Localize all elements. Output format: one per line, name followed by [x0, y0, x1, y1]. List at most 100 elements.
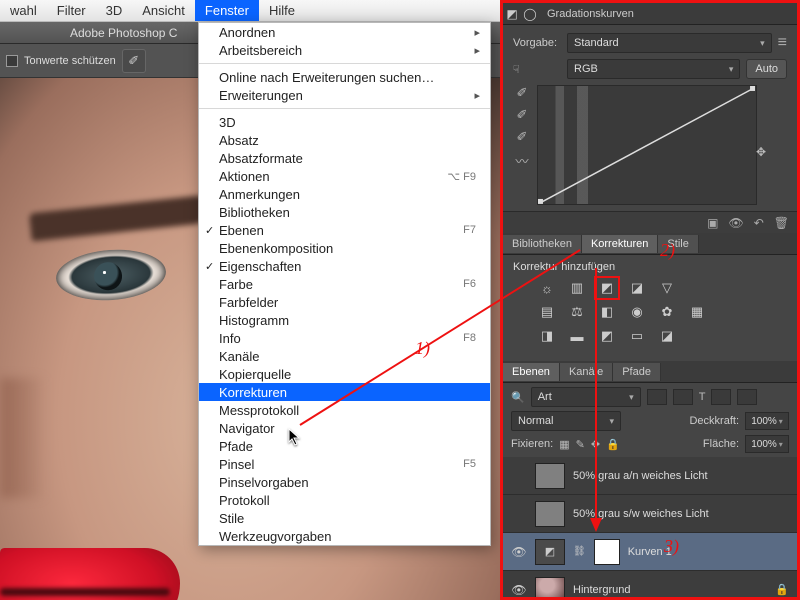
menuitem-bibliotheken[interactable]: Bibliotheken: [199, 203, 490, 221]
lock-position-icon[interactable]: ✥: [591, 438, 600, 451]
layer-name[interactable]: 50% grau s/w weiches Licht: [573, 508, 709, 520]
layer-visibility-icon[interactable]: 👁: [511, 583, 527, 597]
menuitem-histogramm[interactable]: Histogramm: [199, 311, 490, 329]
lock-all-icon[interactable]: 🔒: [606, 438, 620, 451]
menuitem-erweiterungen[interactable]: Erweiterungen: [199, 86, 490, 104]
tab-pfade[interactable]: Pfade: [613, 363, 661, 381]
eyedropper-black-icon[interactable]: ✐: [517, 85, 528, 101]
tab-korrekturen[interactable]: Korrekturen: [582, 235, 658, 253]
menuitem-messprotokoll[interactable]: Messprotokoll: [199, 401, 490, 419]
brush-settings-icon[interactable]: ✐: [122, 49, 146, 73]
menuitem-kan-le[interactable]: Kanäle: [199, 347, 490, 365]
clip-to-layer-icon[interactable]: ▣: [707, 216, 718, 230]
menu-wahl[interactable]: wahl: [0, 0, 47, 21]
layer-thumb[interactable]: [535, 463, 565, 489]
color-balance-icon[interactable]: ⚖: [567, 303, 587, 321]
menuitem-korrekturen[interactable]: Korrekturen: [199, 383, 490, 401]
tab-bibliotheken[interactable]: Bibliotheken: [503, 235, 582, 253]
menuitem-arbeitsbereich[interactable]: Arbeitsbereich: [199, 41, 490, 59]
invert-icon[interactable]: ◨: [537, 327, 557, 345]
exposure-icon[interactable]: ◪: [627, 279, 647, 297]
layer-link-icon[interactable]: ⛓: [573, 546, 586, 557]
filter-adjust-icon[interactable]: [673, 389, 693, 405]
hue-icon[interactable]: ▤: [537, 303, 557, 321]
threshold-icon[interactable]: ◩: [597, 327, 617, 345]
menuitem-3d[interactable]: 3D: [199, 113, 490, 131]
menuitem-info[interactable]: InfoF8: [199, 329, 490, 347]
eyedropper-gray-icon[interactable]: ✐: [517, 107, 528, 123]
fenster-dropdown[interactable]: AnordnenArbeitsbereich Online nach Erweit…: [198, 22, 491, 546]
menuitem-anordnen[interactable]: Anordnen: [199, 23, 490, 41]
brightness-icon[interactable]: ☼: [537, 279, 557, 297]
curve-edit-icon[interactable]: 〰: [515, 151, 528, 170]
layer-visibility-icon[interactable]: 👁: [511, 545, 527, 559]
filter-pixel-icon[interactable]: [647, 389, 667, 405]
menu-hilfe[interactable]: Hilfe: [259, 0, 305, 21]
posterize-icon[interactable]: ▬: [567, 327, 587, 345]
blend-mode-select[interactable]: Normal: [511, 411, 621, 431]
eyedropper-white-icon[interactable]: ✐: [517, 129, 528, 145]
lock-transparency-icon[interactable]: ▦: [559, 438, 569, 451]
lock-pixels-icon[interactable]: ✎: [576, 438, 585, 451]
menu-filter[interactable]: Filter: [47, 0, 96, 21]
layer-filter-icon[interactable]: 🔍: [511, 391, 525, 404]
menu-fenster[interactable]: Fenster: [195, 0, 259, 21]
protect-tones-checkbox[interactable]: [6, 55, 18, 67]
layer-row[interactable]: 👁◩⛓Kurven 1: [503, 533, 797, 571]
menuitem-anmerkungen[interactable]: Anmerkungen: [199, 185, 490, 203]
menuitem-pinsel[interactable]: PinselF5: [199, 455, 490, 473]
panel-menu-icon[interactable]: ≡: [778, 34, 787, 52]
layer-name[interactable]: 50% grau a/n weiches Licht: [573, 470, 708, 482]
opacity-input[interactable]: 100%: [745, 412, 789, 430]
menuitem-pfade[interactable]: Pfade: [199, 437, 490, 455]
auto-button[interactable]: Auto: [746, 59, 787, 79]
menuitem-online-nach-erweiterungen-suchen-[interactable]: Online nach Erweiterungen suchen…: [199, 68, 490, 86]
finger-tool-icon[interactable]: ☟: [513, 63, 561, 76]
layer-row[interactable]: 50% grau a/n weiches Licht: [503, 457, 797, 495]
curve-graph[interactable]: ✥: [537, 85, 757, 205]
layer-filter-select[interactable]: Art: [531, 387, 641, 407]
menuitem-navigator[interactable]: Navigator: [199, 419, 490, 437]
preset-select[interactable]: Standard: [567, 33, 772, 53]
selective-color-icon[interactable]: ◪: [657, 327, 677, 345]
menuitem-stile[interactable]: Stile: [199, 509, 490, 527]
tab-kanaele[interactable]: Kanäle: [560, 363, 613, 381]
menuitem-protokoll[interactable]: Protokoll: [199, 491, 490, 509]
menuitem-absatzformate[interactable]: Absatzformate: [199, 149, 490, 167]
layer-thumb[interactable]: [535, 577, 565, 598]
curves-icon[interactable]: ◩: [597, 279, 617, 297]
tab-stile[interactable]: Stile: [658, 235, 698, 253]
levels-icon[interactable]: ▥: [567, 279, 587, 297]
menuitem-kopierquelle[interactable]: Kopierquelle: [199, 365, 490, 383]
filter-smart-icon[interactable]: [737, 389, 757, 405]
layer-mask-thumb[interactable]: [594, 539, 620, 565]
delete-adjustment-icon[interactable]: 🗑: [774, 216, 789, 230]
layer-thumb[interactable]: [535, 501, 565, 527]
menuitem-ebenen[interactable]: EbenenF7: [199, 221, 490, 239]
fill-input[interactable]: 100%: [745, 435, 789, 453]
channel-select[interactable]: RGB: [567, 59, 740, 79]
menuitem-ebenenkomposition[interactable]: Ebenenkomposition: [199, 239, 490, 257]
layer-row[interactable]: 50% grau s/w weiches Licht: [503, 495, 797, 533]
move-grip-icon[interactable]: ✥: [756, 145, 766, 159]
channel-mixer-icon[interactable]: ✿: [657, 303, 677, 321]
lut-icon[interactable]: ▦: [687, 303, 707, 321]
layer-row[interactable]: 👁Hintergrund🔒: [503, 571, 797, 597]
layer-list[interactable]: 50% grau a/n weiches Licht 50% grau s/w w…: [503, 457, 797, 597]
menuitem-werkzeugvorgaben[interactable]: Werkzeugvorgaben: [199, 527, 490, 545]
menu-3d[interactable]: 3D: [96, 0, 133, 21]
menuitem-absatz[interactable]: Absatz: [199, 131, 490, 149]
menuitem-eigenschaften[interactable]: Eigenschaften: [199, 257, 490, 275]
bw-icon[interactable]: ◧: [597, 303, 617, 321]
menuitem-pinselvorgaben[interactable]: Pinselvorgaben: [199, 473, 490, 491]
reset-icon[interactable]: ↶: [754, 216, 764, 230]
menuitem-farbfelder[interactable]: Farbfelder: [199, 293, 490, 311]
photo-filter-icon[interactable]: ◉: [627, 303, 647, 321]
layer-name[interactable]: Kurven 1: [628, 546, 672, 558]
toggle-visibility-icon[interactable]: 👁: [728, 216, 743, 230]
menuitem-farbe[interactable]: FarbeF6: [199, 275, 490, 293]
gradient-map-icon[interactable]: ▭: [627, 327, 647, 345]
menuitem-aktionen[interactable]: Aktionen⌥ F9: [199, 167, 490, 185]
filter-type-icon[interactable]: T: [699, 391, 706, 403]
vibrance-icon[interactable]: ▽: [657, 279, 677, 297]
